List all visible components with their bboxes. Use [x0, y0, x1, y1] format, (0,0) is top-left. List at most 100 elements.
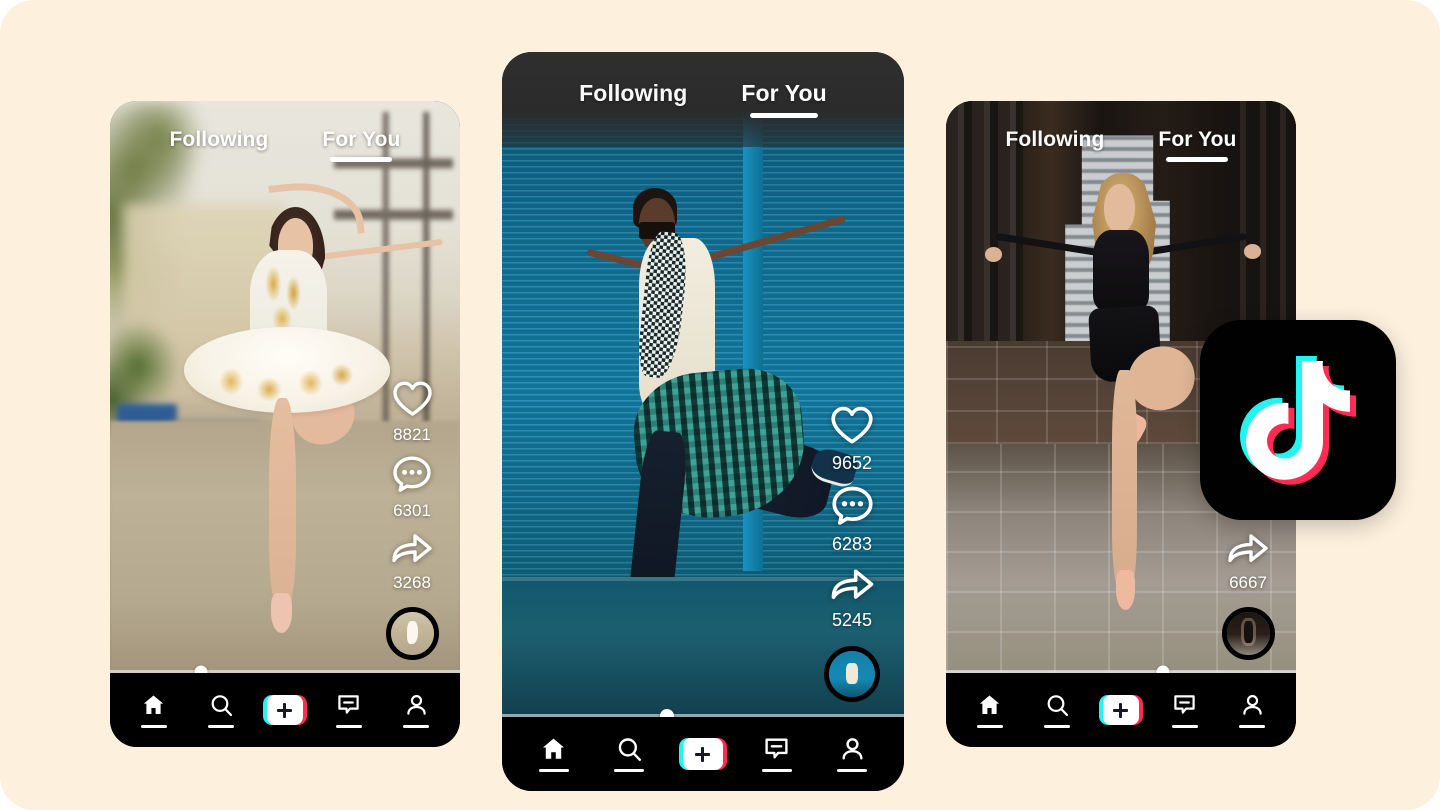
nav-inbox-underline [1171, 725, 1198, 728]
person-icon [840, 736, 865, 762]
create-button[interactable] [262, 695, 307, 725]
nav-inbox[interactable] [751, 736, 803, 772]
action-rail-center: 9652 6283 5245 [817, 405, 887, 702]
home-icon [142, 692, 165, 718]
person-icon [1241, 692, 1264, 718]
mockup-canvas: Following For You 8821 6301 3268 Followi… [0, 0, 1440, 810]
create-white-face [266, 695, 303, 725]
like-button[interactable]: 8821 [392, 380, 433, 455]
photo-dancer-pointe-foot [1115, 570, 1135, 611]
tab-following-label: Following [579, 80, 688, 106]
share-arrow-icon [830, 566, 875, 607]
bottom-nav-center [502, 717, 904, 791]
bottom-nav-left [110, 673, 460, 747]
phone-center-screen: Following For You 9652 6283 5245 [502, 52, 904, 791]
nav-profile[interactable] [826, 736, 878, 772]
share-arrow-icon [391, 531, 433, 570]
comment-count: 6283 [831, 534, 873, 554]
nav-inbox[interactable] [323, 692, 375, 728]
share-count: 3268 [393, 573, 431, 592]
photo-dancer-head [1103, 183, 1135, 233]
avatar[interactable] [824, 646, 880, 702]
tab-for-you[interactable]: For You [322, 128, 401, 162]
share-button[interactable]: 3268 [391, 531, 433, 603]
plus-icon [695, 746, 711, 762]
tab-for-you[interactable]: For You [741, 80, 827, 118]
nav-home[interactable] [528, 736, 580, 772]
heart-icon [830, 405, 874, 450]
avatar[interactable] [1221, 607, 1275, 660]
like-button[interactable]: 9652 [830, 405, 874, 485]
nav-discover-underline [614, 769, 645, 772]
home-icon [541, 736, 566, 762]
nav-profile-underline [837, 769, 868, 772]
phone-left-screen: Following For You 8821 6301 3268 [110, 101, 460, 747]
share-button[interactable]: 6667 [1227, 531, 1269, 603]
video-player-center[interactable]: Following For You 9652 6283 5245 [502, 52, 904, 717]
plus-icon [277, 702, 293, 718]
note-white-layer [1246, 361, 1350, 480]
photo-dancer-standing-leg [1112, 369, 1137, 588]
tab-for-you-label: For You [1158, 128, 1237, 151]
nav-discover-underline [208, 725, 235, 728]
plus-icon [1113, 702, 1129, 718]
tab-following-label: Following [1005, 128, 1105, 151]
tab-following[interactable]: Following [579, 80, 687, 116]
nav-home-underline [538, 769, 569, 772]
share-arrow-icon [1227, 531, 1269, 570]
like-count: 8821 [393, 425, 431, 444]
phone-center: Following For You 9652 6283 5245 [502, 52, 904, 791]
tiktok-logo [1200, 320, 1396, 520]
comment-button[interactable]: 6283 [831, 485, 874, 566]
bottom-nav-right [946, 673, 1296, 747]
nav-profile[interactable] [1226, 692, 1278, 728]
feed-tabs-left: Following For You [110, 101, 460, 162]
nav-discover[interactable] [195, 692, 247, 728]
avatar[interactable] [385, 607, 439, 660]
tab-following[interactable]: Following [170, 128, 269, 161]
avatar-thumbnail [829, 651, 875, 697]
tab-for-you[interactable]: For You [1158, 128, 1237, 162]
comment-button[interactable]: 6301 [392, 455, 432, 531]
avatar-thumbnail [1226, 612, 1270, 655]
nav-profile-underline [1239, 725, 1266, 728]
inbox-icon [1173, 692, 1196, 718]
nav-home-underline [976, 725, 1003, 728]
photo-dancer-standing-leg [269, 398, 296, 605]
search-icon [210, 692, 233, 718]
like-count: 9652 [831, 453, 873, 473]
photo-dancer-pointe-shoe [271, 592, 292, 633]
tab-active-indicator [330, 157, 393, 162]
nav-discover[interactable] [603, 736, 655, 772]
person-icon [405, 692, 428, 718]
nav-inbox[interactable] [1159, 692, 1211, 728]
search-icon [1046, 692, 1069, 718]
heart-icon [392, 380, 433, 422]
nav-profile[interactable] [390, 692, 442, 728]
action-rail-left: 8821 6301 3268 [380, 380, 444, 660]
nav-discover[interactable] [1031, 692, 1083, 728]
music-note-icon [1240, 356, 1356, 485]
nav-discover-underline [1044, 725, 1071, 728]
nav-profile-underline [403, 725, 430, 728]
phone-left: Following For You 8821 6301 3268 [110, 101, 460, 747]
nav-home[interactable] [964, 692, 1016, 728]
home-icon [978, 692, 1001, 718]
action-rail-right: 6667 [1216, 531, 1280, 660]
tab-for-you-label: For You [322, 128, 401, 151]
create-white-face [682, 738, 723, 770]
create-button[interactable] [1098, 695, 1143, 725]
share-button[interactable]: 5245 [830, 566, 875, 642]
photo-dancer-right-hand [1243, 244, 1261, 259]
tab-for-you-label: For You [741, 80, 827, 106]
tab-following[interactable]: Following [1006, 128, 1105, 161]
feed-tabs-right: Following For You [946, 101, 1296, 162]
create-button[interactable] [678, 738, 727, 770]
comment-icon [392, 455, 432, 498]
nav-inbox-underline [761, 769, 792, 772]
create-white-face [1102, 695, 1139, 725]
nav-home[interactable] [128, 692, 180, 728]
video-player-left[interactable]: Following For You 8821 6301 3268 [110, 101, 460, 673]
search-icon [617, 736, 642, 762]
tabs-backdrop [502, 52, 904, 147]
